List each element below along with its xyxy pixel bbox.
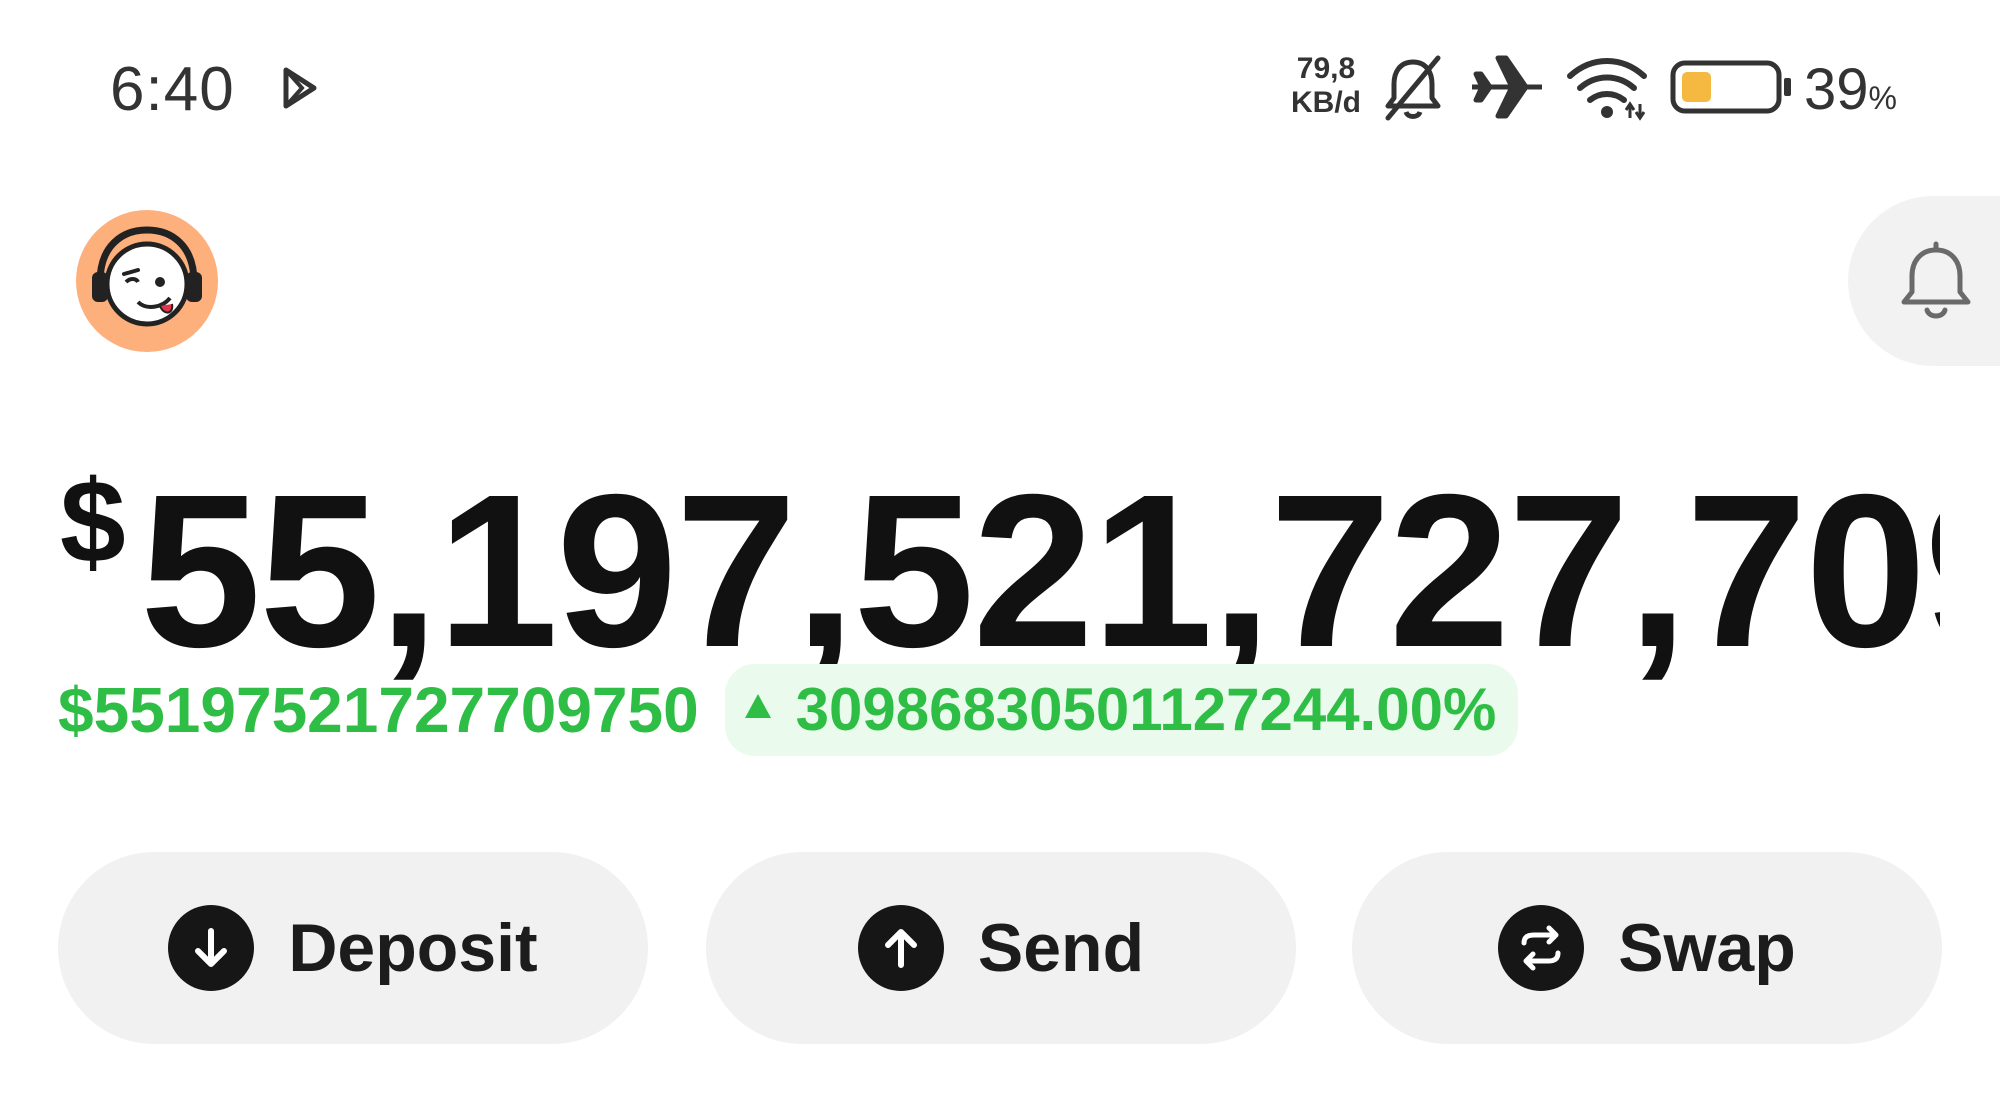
swap-button[interactable]: Swap bbox=[1352, 852, 1942, 1044]
bell-icon bbox=[1901, 241, 1971, 319]
change-percent: 30986830501127244.00% bbox=[795, 676, 1497, 743]
balance-amount: 55,197,521,727,709 bbox=[140, 462, 1940, 682]
arrow-up-icon bbox=[857, 905, 944, 991]
airplane-mode-icon bbox=[1472, 55, 1542, 119]
balance-currency-symbol: $ bbox=[60, 462, 126, 588]
total-balance: $ 55,197,521,727,709 bbox=[60, 462, 1940, 682]
battery-percent-value: 39 bbox=[1804, 57, 1869, 122]
arrow-down-icon bbox=[168, 905, 255, 991]
notifications-button[interactable] bbox=[1848, 196, 2000, 366]
status-time: 6:40 bbox=[110, 55, 235, 124]
avatar[interactable] bbox=[76, 210, 218, 352]
battery-percent-sign: % bbox=[1868, 80, 1897, 116]
send-button[interactable]: Send bbox=[706, 852, 1296, 1044]
network-speed-unit: KB/d bbox=[1291, 86, 1361, 119]
wallet-screen: 6:40 79,8 KB/d 39% $ 55,197,521,727,709 … bbox=[0, 0, 2000, 1102]
triangle-up-icon bbox=[745, 694, 772, 718]
battery-icon bbox=[1670, 60, 1791, 114]
play-store-icon bbox=[283, 67, 317, 109]
battery-fill bbox=[1682, 72, 1711, 102]
deposit-label: Deposit bbox=[288, 910, 538, 986]
swap-label: Swap bbox=[1618, 910, 1796, 986]
send-label: Send bbox=[977, 910, 1145, 986]
change-amount: $55197521727709750 bbox=[58, 674, 699, 746]
network-speed-value: 79,8 bbox=[1296, 52, 1356, 85]
status-bar: 6:40 79,8 KB/d 39% bbox=[0, 0, 2000, 180]
deposit-button[interactable]: Deposit bbox=[58, 852, 648, 1044]
battery-percentage: 39% bbox=[1804, 56, 1897, 123]
network-speed: 79,8 KB/d bbox=[1284, 52, 1368, 120]
avatar-face-icon bbox=[92, 226, 202, 327]
balance-change: $55197521727709750 30986830501127244.00% bbox=[58, 664, 1519, 756]
notifications-muted-icon bbox=[1385, 55, 1441, 121]
wifi-icon bbox=[1567, 58, 1647, 121]
change-percent-badge: 30986830501127244.00% bbox=[725, 664, 1519, 756]
swap-arrows-icon bbox=[1498, 905, 1585, 991]
